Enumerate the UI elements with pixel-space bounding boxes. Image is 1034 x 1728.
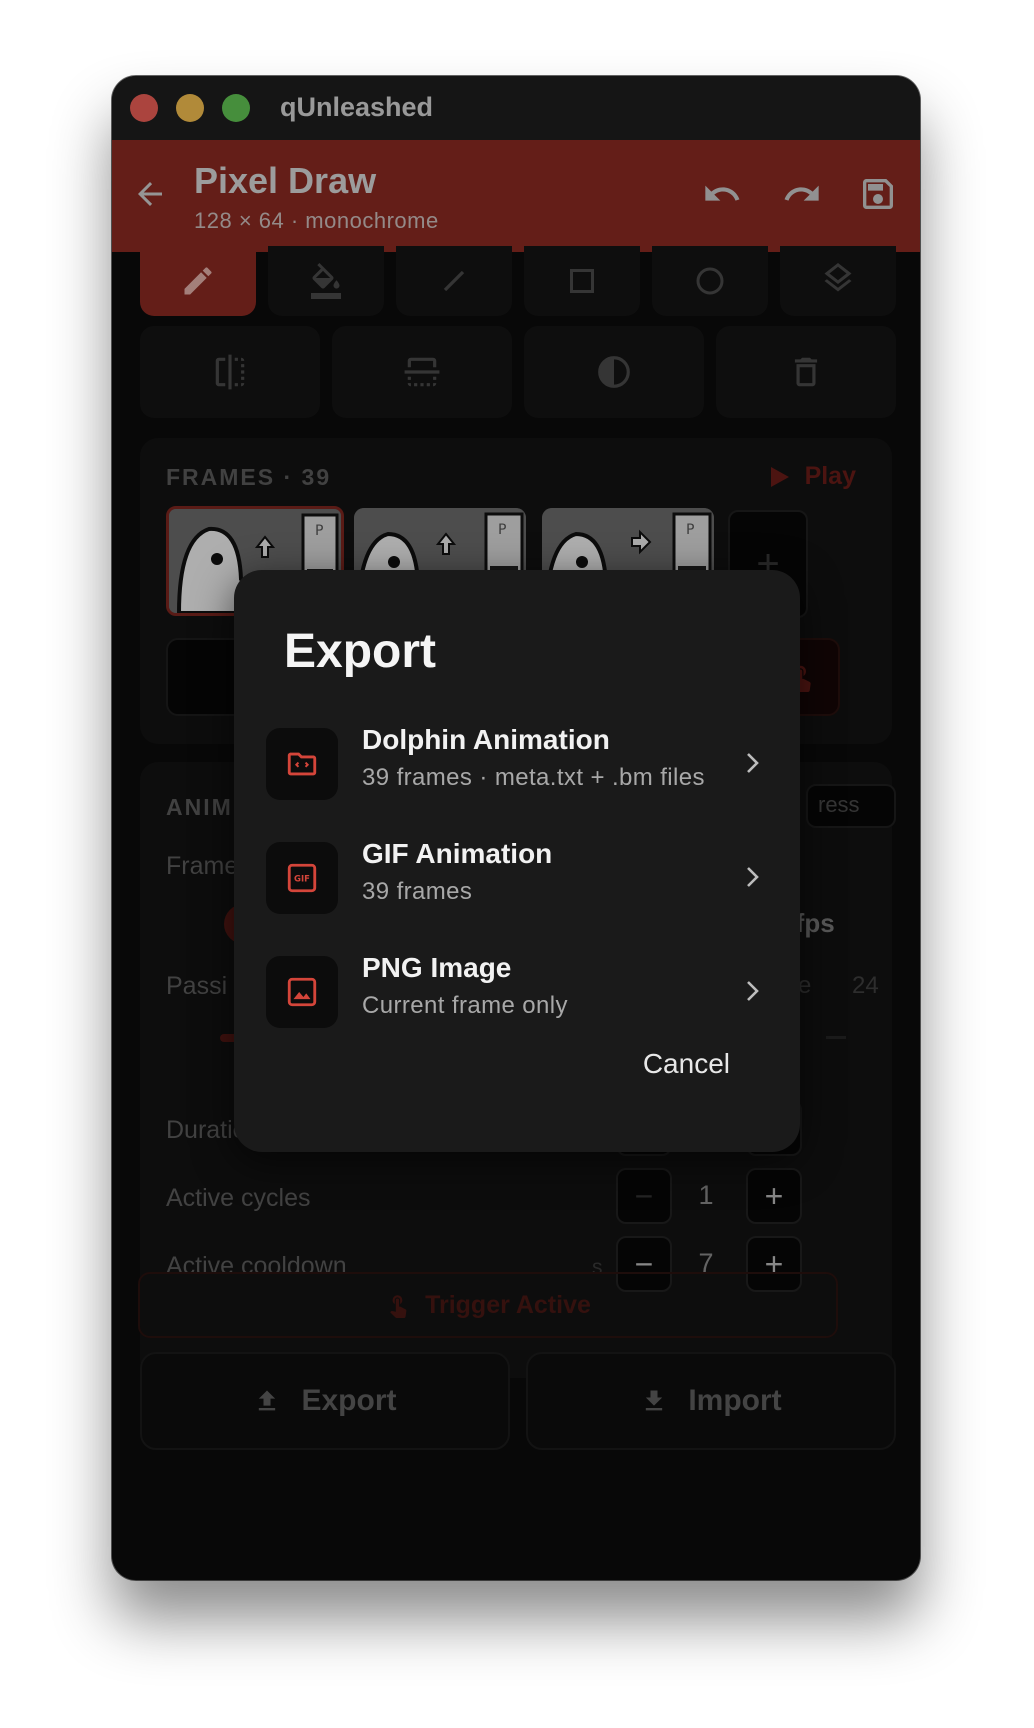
export-option-subtitle: Current frame only bbox=[362, 992, 568, 1019]
export-option-gif[interactable]: GIF GIF Animation 39 frames bbox=[234, 828, 800, 932]
export-option-dolphin[interactable]: Dolphin Animation 39 frames · meta.txt +… bbox=[234, 714, 800, 818]
export-option-icon-box bbox=[266, 956, 338, 1028]
app-window: qUnleashed Pixel Draw 128 × 64 · monochr… bbox=[112, 76, 920, 1580]
export-option-title: GIF Animation bbox=[362, 838, 553, 869]
gif-icon: GIF bbox=[287, 863, 317, 893]
export-dialog: Export Dolphin Animation 39 frames · met… bbox=[234, 570, 800, 1152]
export-option-icon-box: GIF bbox=[266, 842, 338, 914]
export-option-png[interactable]: PNG Image Current frame only bbox=[234, 942, 800, 1046]
export-option-title: Dolphin Animation bbox=[362, 724, 610, 755]
image-icon bbox=[287, 977, 317, 1007]
chevron-right-icon bbox=[747, 867, 759, 887]
export-option-title: PNG Image bbox=[362, 952, 512, 983]
dialog-title: Export bbox=[284, 625, 437, 678]
svg-text:GIF: GIF bbox=[294, 875, 310, 885]
folder-code-icon bbox=[287, 752, 317, 776]
export-option-icon-box bbox=[266, 728, 338, 800]
chevron-right-icon bbox=[747, 981, 759, 1001]
export-option-subtitle: 39 frames · meta.txt + .bm files bbox=[362, 764, 705, 791]
cancel-button[interactable]: Cancel bbox=[643, 1048, 730, 1080]
chevron-right-icon bbox=[747, 753, 759, 773]
export-option-subtitle: 39 frames bbox=[362, 878, 473, 905]
